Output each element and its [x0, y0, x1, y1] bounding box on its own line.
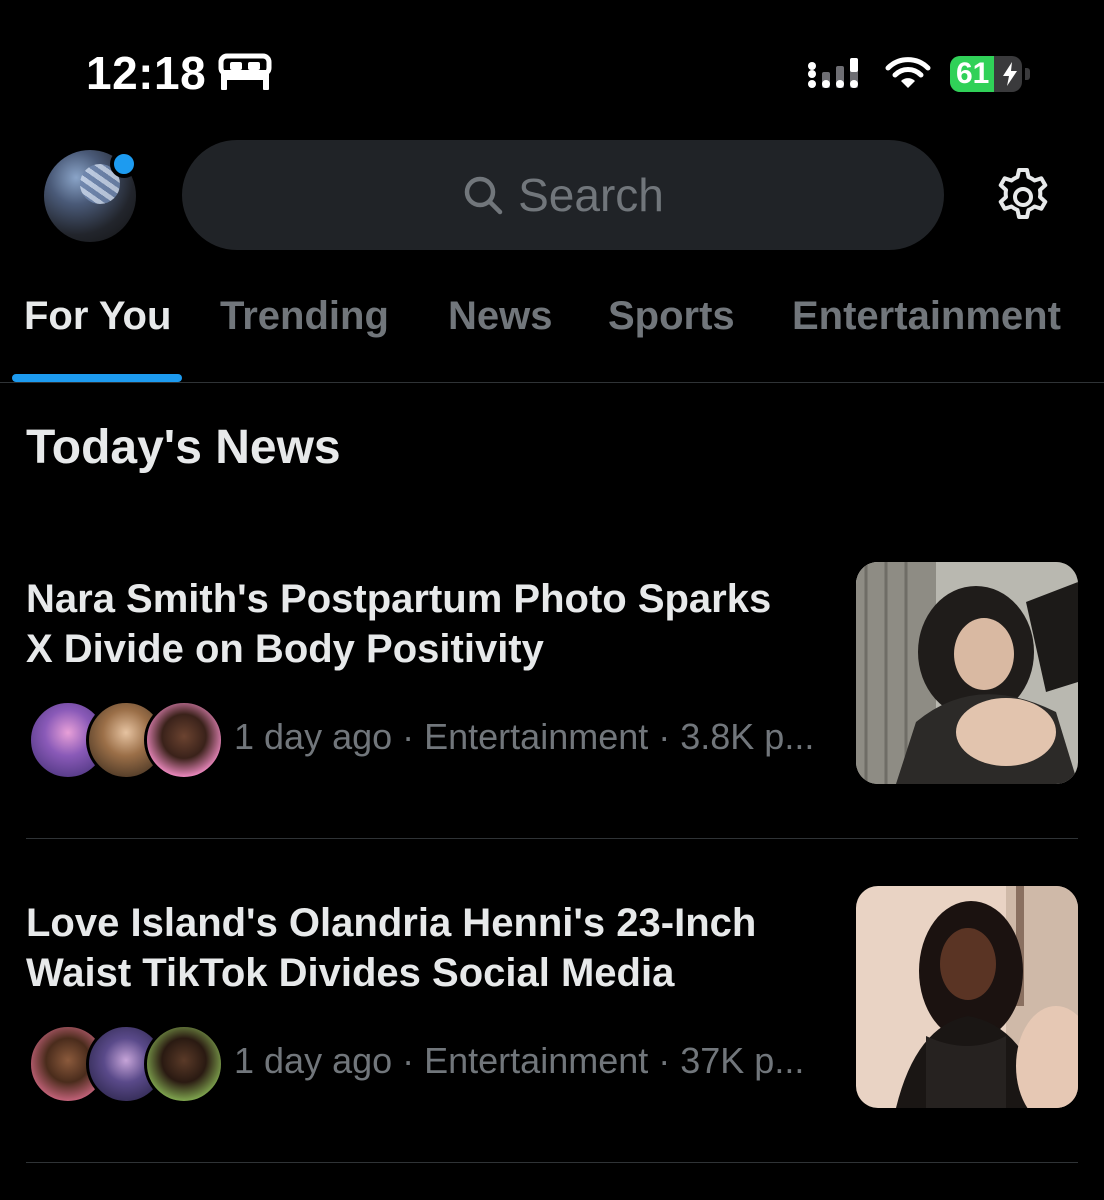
active-tab-indicator: [12, 374, 182, 382]
bed-icon: [218, 53, 272, 90]
news-story[interactable]: Nara Smith's Postpartum Photo Sparks X D…: [0, 562, 1104, 814]
search-icon: [464, 176, 503, 215]
battery-percent: 61: [956, 57, 990, 90]
thumbnail-image: [856, 562, 1078, 784]
tab-trending[interactable]: Trending: [220, 294, 389, 339]
status-bar: 12:18 61: [0, 0, 1104, 130]
thumbnail-image: [856, 886, 1078, 1108]
divider: [26, 838, 1078, 839]
section-title: Today's News: [26, 421, 341, 474]
explore-tabs: For You Trending News Sports Entertainme…: [0, 280, 1104, 383]
story-thumbnail: [856, 562, 1078, 784]
gear-icon[interactable]: [992, 166, 1054, 228]
news-story[interactable]: Love Island's Olandria Henni's 23-Inch W…: [0, 886, 1104, 1138]
divider: [26, 1162, 1078, 1163]
avatar: [144, 700, 224, 780]
story-thumbnail: [856, 886, 1078, 1108]
story-headline-line: Nara Smith's Postpartum Photo Sparks: [26, 577, 772, 621]
story-meta: 1 day ago · Entertainment · 3.8K p...: [234, 716, 815, 757]
story-meta-row: 1 day ago · Entertainment · 37K p...: [28, 1024, 838, 1104]
battery-cap: [1025, 68, 1030, 80]
facepile: [28, 700, 224, 780]
story-headline: Love Island's Olandria Henni's 23-Inch W…: [26, 898, 826, 998]
story-meta-row: 1 day ago · Entertainment · 3.8K p...: [28, 700, 838, 780]
profile-avatar-button[interactable]: [44, 150, 138, 242]
search-bar[interactable]: Search: [182, 140, 944, 250]
story-headline: Nara Smith's Postpartum Photo Sparks X D…: [26, 574, 826, 674]
cellular-signal-icon: [808, 58, 858, 88]
bolt-icon: [1003, 62, 1017, 86]
story-headline-line: Love Island's Olandria Henni's 23-Inch: [26, 901, 757, 945]
app-screen: 12:18 61 Search For You Trending News Sp…: [0, 0, 1104, 1200]
story-headline-line: X Divide on Body Positivity: [26, 627, 544, 671]
tab-news[interactable]: News: [448, 294, 553, 339]
search-placeholder: Search: [518, 169, 664, 221]
story-headline-line: Waist TikTok Divides Social Media: [26, 951, 675, 995]
notification-dot: [110, 150, 138, 178]
tab-for-you[interactable]: For You: [24, 294, 171, 339]
status-time: 12:18: [86, 47, 207, 99]
battery-body: 61: [950, 56, 1022, 92]
battery-charging-icon: 61: [950, 56, 1030, 92]
tab-entertainment[interactable]: Entertainment: [792, 294, 1061, 339]
story-meta: 1 day ago · Entertainment · 37K p...: [234, 1040, 805, 1081]
tab-sports[interactable]: Sports: [608, 294, 735, 339]
facepile: [28, 1024, 224, 1104]
wifi-icon: [885, 57, 931, 88]
avatar: [144, 1024, 224, 1104]
